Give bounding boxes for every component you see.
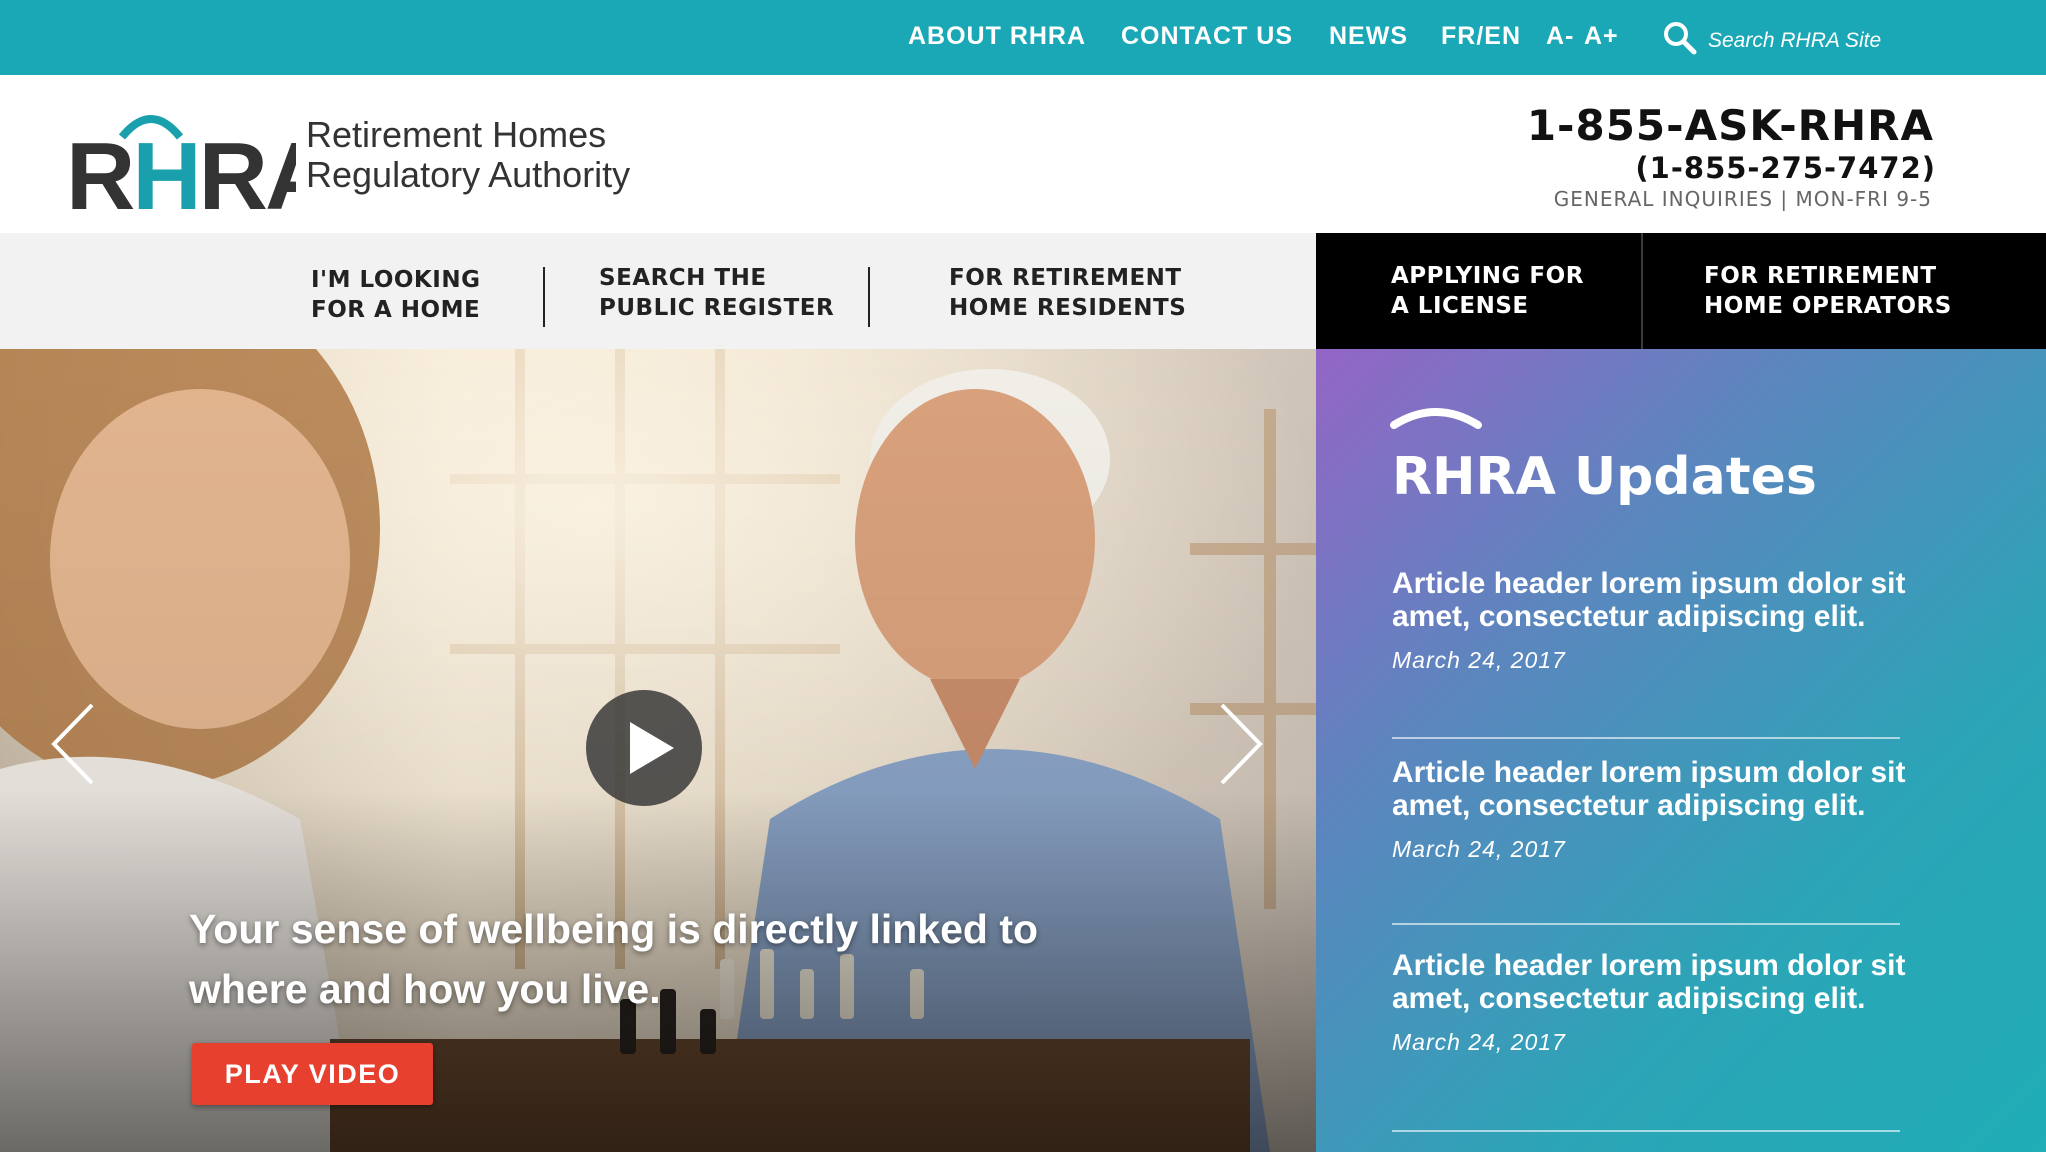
- nav-item-label-line1: FOR RETIREMENT: [1704, 263, 1937, 289]
- text-size-increase-button[interactable]: A+: [1584, 22, 1619, 51]
- contact-us-link[interactable]: CONTACT US: [1121, 22, 1293, 51]
- nav-looking-for-home[interactable]: I'M LOOKING FOR A HOME: [311, 265, 480, 325]
- article-date: March 24, 2017: [1392, 1029, 1566, 1055]
- chevron-right-icon[interactable]: [1216, 701, 1266, 787]
- nav-divider: [868, 267, 870, 327]
- inquiry-hours: GENERAL INQUIRIES | MON-FRI 9-5: [1553, 187, 1932, 211]
- nav-applying-for-license[interactable]: APPLYING FOR A LICENSE: [1391, 261, 1584, 321]
- article-divider: [1392, 737, 1900, 739]
- play-icon[interactable]: [584, 688, 704, 808]
- main-nav-secondary: APPLYING FOR A LICENSE FOR RETIREMENT HO…: [1316, 233, 2046, 349]
- nav-search-public-register[interactable]: SEARCH THE PUBLIC REGISTER: [599, 263, 834, 323]
- language-toggle-link[interactable]: FR/EN: [1441, 22, 1521, 51]
- updates-panel: RHRA Updates Article header lorem ipsum …: [1316, 349, 2046, 1152]
- nav-item-label-line1: SEARCH THE: [599, 265, 767, 291]
- article-title[interactable]: Article header lorem ipsum dolor sit ame…: [1392, 567, 1912, 633]
- rhra-logo[interactable]: RHRA: [66, 97, 335, 230]
- arc-accent-icon: [1388, 397, 1484, 433]
- phone-number-vanity[interactable]: 1-855-ASK-RHRA: [1527, 101, 1934, 150]
- hero-caption: Your sense of wellbeing is directly link…: [189, 906, 1039, 1012]
- updates-title: RHRA Updates: [1392, 447, 1817, 507]
- article-divider: [1392, 1130, 1900, 1132]
- site-header: RHRA Retirement Homes Regulatory Authori…: [0, 75, 2046, 233]
- org-name: Retirement Homes Regulatory Authority: [306, 115, 630, 195]
- search-icon[interactable]: [1662, 20, 1698, 56]
- nav-item-label-line2: HOME RESIDENTS: [949, 295, 1187, 321]
- nav-home-operators[interactable]: FOR RETIREMENT HOME OPERATORS: [1704, 261, 1952, 321]
- search-input[interactable]: [1708, 24, 1998, 58]
- news-link[interactable]: NEWS: [1329, 22, 1408, 51]
- chevron-left-icon[interactable]: [48, 701, 98, 787]
- nav-item-label-line2: FOR A HOME: [311, 297, 481, 323]
- play-video-button[interactable]: PLAY VIDEO: [192, 1043, 433, 1105]
- org-name-line1: Retirement Homes: [306, 114, 607, 155]
- about-rhra-link[interactable]: ABOUT RHRA: [908, 22, 1086, 51]
- nav-divider: [543, 267, 545, 327]
- nav-divider: [1641, 233, 1643, 349]
- update-article[interactable]: Article header lorem ipsum dolor sit ame…: [1392, 756, 1912, 863]
- nav-item-label-line1: APPLYING FOR: [1391, 263, 1584, 289]
- article-title[interactable]: Article header lorem ipsum dolor sit ame…: [1392, 949, 1912, 1015]
- article-divider: [1392, 923, 1900, 925]
- nav-item-label-line1: I'M LOOKING: [311, 267, 481, 293]
- nav-item-label-line2: HOME OPERATORS: [1704, 293, 1952, 319]
- utility-bar: ABOUT RHRA CONTACT US NEWS FR/EN A- A+: [0, 0, 2046, 75]
- article-date: March 24, 2017: [1392, 647, 1566, 673]
- main-nav-primary: I'M LOOKING FOR A HOME SEARCH THE PUBLIC…: [0, 233, 1316, 349]
- update-article[interactable]: Article header lorem ipsum dolor sit ame…: [1392, 949, 1912, 1056]
- nav-item-label-line1: FOR RETIREMENT: [949, 265, 1182, 291]
- phone-number-numeric[interactable]: (1-855-275-7472): [1635, 151, 1936, 185]
- text-size-decrease-button[interactable]: A-: [1546, 22, 1574, 51]
- nav-home-residents[interactable]: FOR RETIREMENT HOME RESIDENTS: [949, 263, 1186, 323]
- nav-item-label-line2: PUBLIC REGISTER: [599, 295, 835, 321]
- article-date: March 24, 2017: [1392, 836, 1566, 862]
- hero-carousel: Your sense of wellbeing is directly link…: [0, 349, 1316, 1152]
- update-article[interactable]: Article header lorem ipsum dolor sit ame…: [1392, 567, 1912, 674]
- svg-text:RHRA: RHRA: [66, 123, 296, 212]
- nav-item-label-line2: A LICENSE: [1391, 293, 1529, 319]
- org-name-line2: Regulatory Authority: [306, 154, 631, 195]
- article-title[interactable]: Article header lorem ipsum dolor sit ame…: [1392, 756, 1912, 822]
